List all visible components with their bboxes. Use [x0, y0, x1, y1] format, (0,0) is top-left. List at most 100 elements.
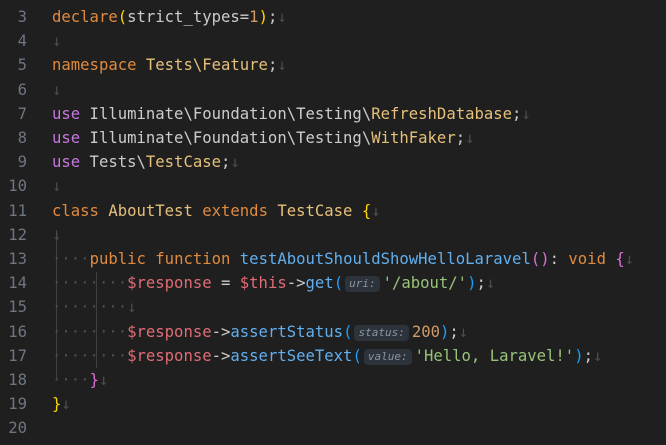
code-line[interactable]: 4 ↓	[0, 29, 666, 53]
code-line[interactable]: 10 ↓	[0, 174, 666, 198]
line-number: 3	[17, 8, 27, 26]
whitespace-marker: ····	[52, 371, 90, 389]
code-token: )	[258, 8, 268, 26]
newline-marker-icon: ↓	[52, 80, 62, 99]
newline-marker-icon: ↓	[52, 225, 62, 244]
code-text: ········$response->assertSeeText(value: '…	[52, 344, 602, 368]
code-token: 'Hello, Laravel!'	[414, 346, 575, 365]
code-line[interactable]: 18 ····}↓	[0, 368, 666, 392]
newline-marker-icon: ↓	[230, 153, 240, 172]
code-token: strict_types	[127, 8, 240, 26]
code-token: ->	[211, 322, 231, 341]
code-token: testAboutShouldShowHelloLaravel	[239, 250, 531, 268]
code-text: ········$response = $this->get(uri: '/abo…	[52, 271, 495, 295]
code-token: assertSeeText	[230, 346, 353, 365]
code-text: declare(strict_types=1);↓	[52, 5, 287, 29]
code-token: public	[89, 250, 146, 268]
inlay-hint: uri:	[345, 276, 380, 293]
line-number: 9	[17, 153, 27, 172]
code-line[interactable]: 14 ········$response = $this->get(uri: '/a…	[0, 271, 666, 295]
code-token: ;	[267, 56, 278, 75]
code-line[interactable]: 3 declare(strict_types=1);↓	[0, 5, 666, 29]
code-text: ········↓	[52, 295, 137, 319]
code-token: TestCase	[145, 153, 221, 172]
code-line[interactable]: 7 use Illuminate\Foundation\Testing\Refre…	[0, 102, 666, 126]
code-token: assertStatus	[230, 322, 344, 341]
code-line[interactable]: 6 ↓	[0, 78, 666, 102]
line-number: 19	[8, 395, 27, 414]
code-token: ;	[221, 153, 231, 172]
newline-marker-icon: ↓	[127, 298, 137, 317]
code-line[interactable]: 15 ········↓	[0, 295, 666, 319]
code-token: 200	[411, 322, 440, 341]
code-token: use	[52, 129, 81, 147]
code-token: }	[89, 371, 99, 389]
code-token: Tests\	[80, 153, 146, 172]
code-token: ;	[449, 322, 459, 341]
code-token: 1	[249, 8, 259, 26]
newline-marker-icon: ↓	[277, 56, 287, 75]
code-line[interactable]: 5 namespace Tests\Feature;↓	[0, 53, 666, 77]
code-token: ()	[530, 250, 550, 268]
code-line[interactable]: 12 ↓	[0, 223, 666, 247]
code-token: AboutTest	[108, 201, 193, 220]
code-token: ->	[286, 274, 306, 293]
code-line[interactable]: 8 use Illuminate\Foundation\Testing\WithF…	[0, 126, 666, 150]
newline-marker-icon: ↓	[61, 395, 71, 414]
code-line[interactable]: 11 class AboutTest extends TestCase {↓	[0, 199, 666, 223]
code-line[interactable]: 17 ········$response->assertSeeText(value…	[0, 344, 666, 368]
code-text: ····}↓	[52, 368, 108, 392]
code-text: ↓	[52, 174, 61, 198]
code-token: :	[549, 250, 569, 268]
newline-marker-icon: ↓	[52, 177, 62, 196]
newline-marker-icon: ↓	[592, 346, 603, 365]
code-text: use Illuminate\Foundation\Testing\WithFa…	[52, 126, 475, 150]
code-token: {	[615, 250, 625, 268]
line-number: 4	[17, 32, 27, 51]
code-line[interactable]: 9 use Tests\TestCase;↓	[0, 150, 666, 174]
code-token: use	[52, 153, 81, 172]
code-token: WithFaker	[371, 129, 456, 147]
code-token: {	[361, 201, 372, 220]
code-text: ↓	[52, 78, 61, 102]
code-line[interactable]: 19 }↓	[0, 392, 666, 416]
code-editor[interactable]: 3 declare(strict_types=1);↓ 4 ↓ 5 namespace T…	[0, 0, 666, 445]
line-number: 17	[8, 346, 27, 365]
line-number: 11	[8, 201, 27, 220]
code-token: ->	[211, 346, 231, 365]
line-number: 14	[8, 274, 27, 293]
code-token: Tests\Feature	[145, 56, 268, 75]
code-token: )	[574, 346, 584, 365]
code-line[interactable]: 20	[0, 416, 666, 440]
inlay-hint: value:	[363, 348, 412, 365]
code-line[interactable]: 13 ····public function testAboutShouldSho…	[0, 247, 666, 271]
line-number: 10	[8, 177, 27, 196]
code-token: get	[305, 274, 334, 293]
code-token: ;	[476, 274, 486, 293]
line-number: 16	[8, 322, 27, 341]
line-number: 18	[8, 371, 27, 389]
code-line[interactable]: 16 ········$response->assertStatus(status…	[0, 320, 666, 344]
code-token: $response	[127, 274, 212, 293]
code-token: $response	[127, 346, 212, 365]
whitespace-marker: ········	[52, 322, 128, 341]
code-token: '/about/'	[382, 274, 468, 293]
line-number: 12	[8, 225, 27, 244]
code-token: (	[343, 322, 353, 341]
line-number: 5	[17, 56, 27, 75]
code-token: =	[239, 8, 250, 26]
code-token: use	[52, 104, 81, 123]
code-text: use Illuminate\Foundation\Testing\Refres…	[52, 102, 531, 126]
line-number: 6	[17, 80, 27, 99]
code-text: ········$response->assertStatus(status: 2…	[52, 320, 468, 344]
line-number: 13	[8, 250, 27, 268]
code-text: }↓	[52, 392, 71, 416]
code-token: TestCase	[277, 201, 353, 220]
newline-marker-icon: ↓	[485, 274, 496, 293]
code-token: ;	[267, 8, 278, 26]
